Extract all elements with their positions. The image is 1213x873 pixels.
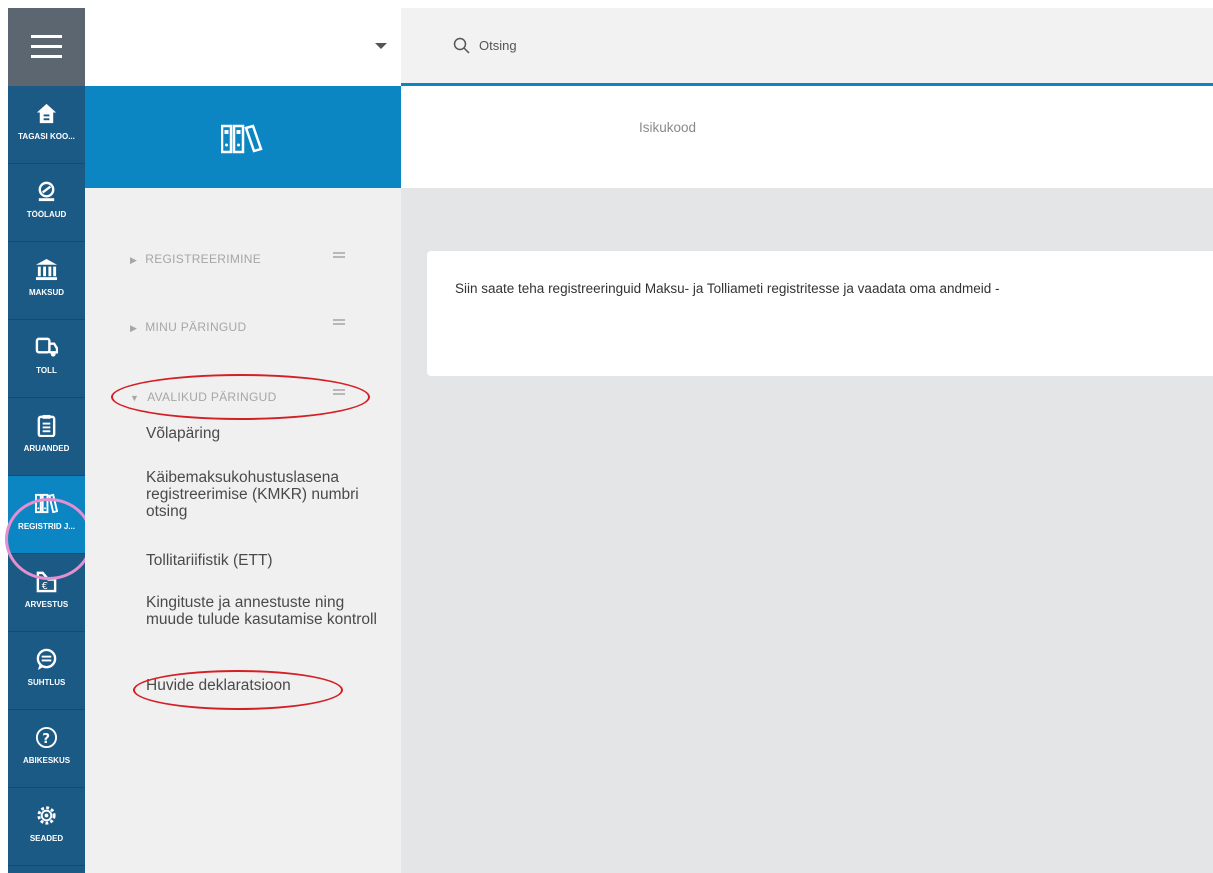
binders-icon	[221, 124, 263, 154]
rail-item-reports[interactable]: ARUANDED	[8, 398, 85, 476]
rail-item-back[interactable]: TAGASI KOO...	[8, 86, 85, 164]
id-code-label: Isikukood	[639, 120, 697, 135]
section-registration[interactable]: ▶ REGISTREERIMINE	[130, 252, 261, 266]
link-donations-control[interactable]: Kingituste ja annestuste ning muude tulu…	[146, 594, 391, 628]
svg-text:?: ?	[42, 732, 50, 747]
rail-item-dashboard[interactable]: TÖÖLAUD	[8, 164, 85, 242]
drag-handle-icon[interactable]	[333, 389, 345, 395]
section-my-queries[interactable]: ▶ MINU PÄRINGUD	[130, 320, 246, 334]
chevron-down-icon	[375, 43, 387, 49]
menu-toggle-button[interactable]	[8, 8, 85, 86]
info-card: Siin saate teha registreeringuid Maksu- …	[427, 251, 1213, 376]
subnav-panel: ▶ REGISTREERIMINE ▶ MINU PÄRINGUD ▼ AVALIKU…	[85, 188, 401, 873]
section-label: REGISTREERIMINE	[145, 252, 262, 266]
binders-icon	[35, 493, 58, 514]
truck-icon	[35, 337, 58, 357]
caret-right-icon: ▶	[130, 255, 138, 265]
rail-item-communication[interactable]: SUHTLUS	[8, 632, 85, 710]
rail-item-label: ARUANDED	[23, 444, 70, 453]
help-icon: ?	[35, 726, 58, 749]
info-text: Siin saate teha registreeringuid Maksu- …	[455, 281, 1000, 296]
chat-icon	[36, 648, 57, 671]
home-icon	[36, 103, 57, 124]
search-input[interactable]	[479, 33, 879, 57]
drag-handle-icon[interactable]	[333, 319, 345, 325]
icon-rail: TAGASI KOO... TÖÖLAUD MAKSUD TOLL ARUAND…	[8, 8, 85, 873]
link-vat-number-search[interactable]: Käibemaksukohustuslasena registreerimise…	[146, 469, 391, 520]
rail-item-label: TÖÖLAUD	[26, 210, 67, 219]
id-bar: Isikukood	[401, 89, 1213, 188]
subnav-dropdown[interactable]	[85, 8, 401, 86]
rail-item-taxes[interactable]: MAKSUD	[8, 242, 85, 320]
app-window: TAGASI KOO... TÖÖLAUD MAKSUD TOLL ARUAND…	[0, 0, 1213, 873]
rail-item-label: REGISTRID J...	[18, 522, 75, 531]
accounting-icon: €	[36, 571, 57, 593]
section-public-queries[interactable]: ▼ AVALIKUD PÄRINGUD	[130, 390, 277, 404]
rail-item-label: TAGASI KOO...	[18, 132, 75, 141]
bank-icon	[35, 258, 58, 281]
clipboard-icon	[37, 414, 56, 437]
drag-handle-icon[interactable]	[333, 252, 345, 258]
hamburger-icon	[31, 35, 62, 38]
rail-item-label: TOLL	[36, 366, 57, 375]
subnav-header	[85, 86, 401, 188]
link-debt-query[interactable]: Võlapäring	[146, 425, 391, 442]
caret-down-icon: ▼	[130, 393, 140, 403]
rail-item-label: SEADED	[29, 834, 64, 843]
section-label: MINU PÄRINGUD	[145, 320, 247, 334]
section-label: AVALIKUD PÄRINGUD	[147, 390, 277, 404]
rail-item-label: ARVESTUS	[24, 600, 69, 609]
caret-right-icon: ▶	[130, 323, 138, 333]
rail-item-settings[interactable]: SEADED	[8, 788, 85, 866]
dashboard-icon	[38, 181, 55, 202]
link-interest-declaration[interactable]: Huvide deklaratsioon	[146, 677, 391, 694]
rail-item-help[interactable]: ? ABIKESKUS	[8, 710, 85, 788]
rail-item-accounting[interactable]: € ARVESTUS	[8, 554, 85, 632]
rail-item-label: ABIKESKUS	[22, 756, 71, 765]
gear-icon	[37, 806, 56, 825]
svg-text:€: €	[42, 581, 48, 592]
rail-item-customs[interactable]: TOLL	[8, 320, 85, 398]
search-icon	[453, 37, 470, 54]
rail-item-label: SUHTLUS	[27, 678, 66, 687]
rail-item-registers[interactable]: REGISTRID J...	[8, 476, 85, 554]
rail-item-label: MAKSUD	[28, 288, 65, 297]
link-customs-tariff[interactable]: Tollitariifistik (ETT)	[146, 552, 391, 569]
